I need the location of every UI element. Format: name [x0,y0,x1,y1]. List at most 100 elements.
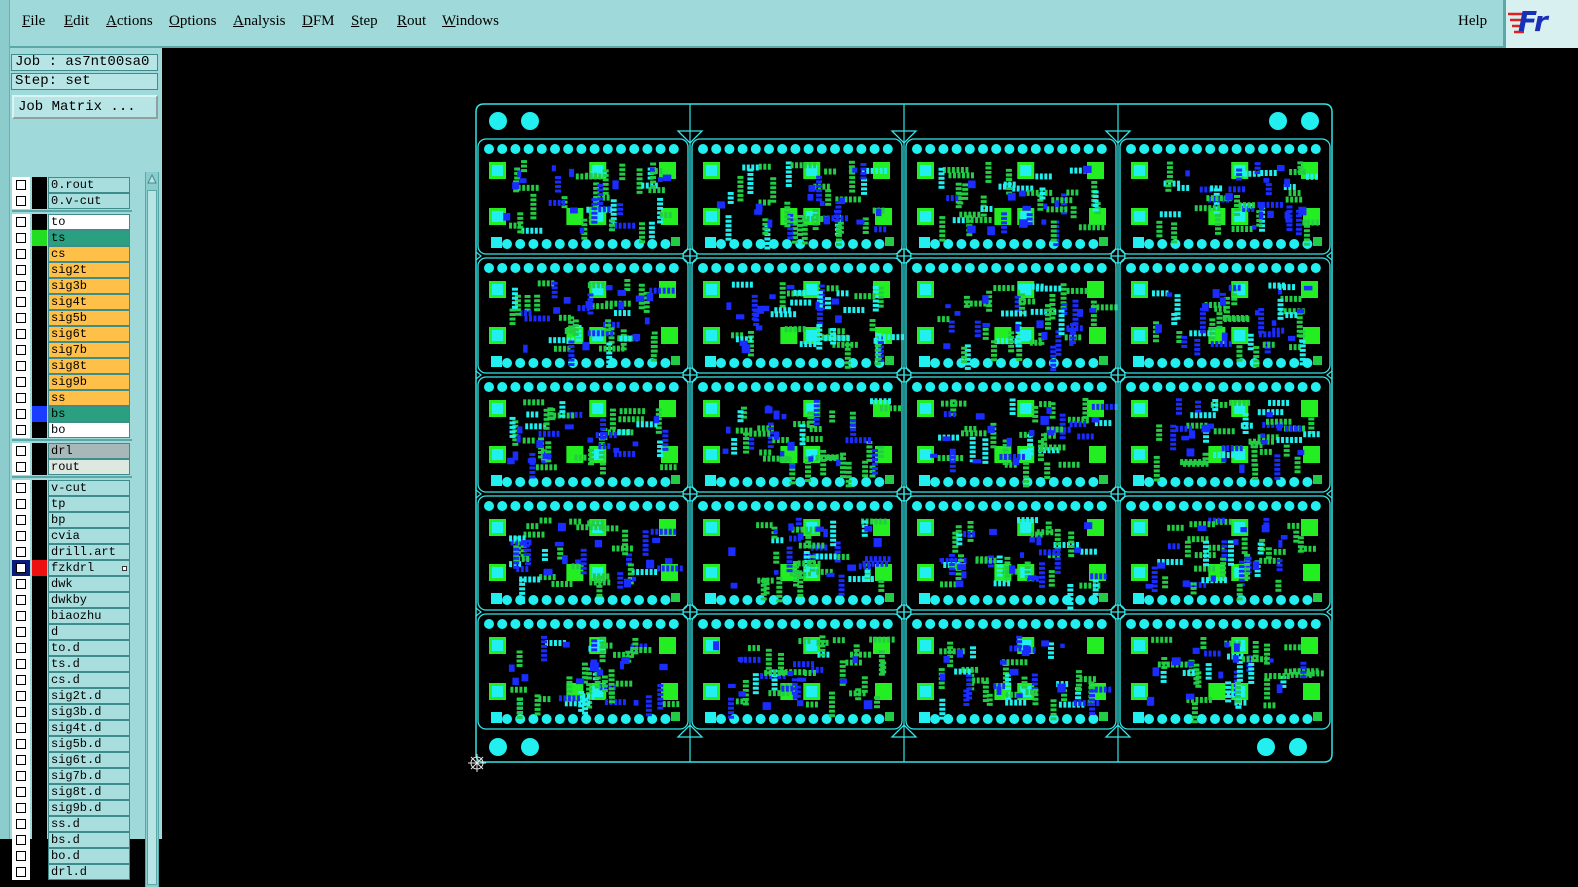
layer-checkbox[interactable] [16,313,26,323]
scroll-thumb[interactable] [147,190,157,885]
layer-color-swatch[interactable] [32,422,47,438]
layer-row[interactable]: ss.d [12,816,132,832]
layer-checkbox[interactable] [16,851,26,861]
layer-name[interactable]: cvia [48,528,130,544]
layer-color-swatch[interactable] [32,832,47,848]
layer-color-swatch[interactable] [32,193,47,209]
layer-row[interactable]: ts.d [12,656,132,672]
layer-name[interactable]: d [48,624,130,640]
layer-row[interactable]: sig8t.d [12,784,132,800]
layer-checkbox[interactable] [16,803,26,813]
layer-checkbox[interactable] [16,755,26,765]
layer-checkbox[interactable] [16,249,26,259]
layer-row[interactable]: cs.d [12,672,132,688]
layer-checkbox[interactable] [16,771,26,781]
layer-row[interactable]: sig2t [12,262,132,278]
layer-name[interactable]: sig7b.d [48,768,130,784]
layer-color-swatch[interactable] [32,443,47,459]
layer-checkbox[interactable] [16,393,26,403]
layer-list-scrollbar[interactable] [145,172,159,887]
layer-name[interactable]: to.d [48,640,130,656]
layer-name[interactable]: to [48,214,130,230]
layer-checkbox[interactable] [16,579,26,589]
layer-name[interactable]: rout [48,459,130,475]
layer-name[interactable]: sig2t [48,262,130,278]
menu-edit[interactable]: Edit [64,13,89,30]
layer-name[interactable]: drill.art [48,544,130,560]
layer-checkbox[interactable] [16,409,26,419]
layer-name[interactable]: dwk [48,576,130,592]
layer-color-swatch[interactable] [32,358,47,374]
layer-row[interactable]: fzkdrl [12,560,132,576]
layer-color-swatch[interactable] [32,480,47,496]
layer-row[interactable]: sig4t.d [12,720,132,736]
menu-file[interactable]: File [22,13,45,30]
layer-color-swatch[interactable] [32,246,47,262]
layer-name[interactable]: drl.d [48,864,130,880]
layer-checkbox[interactable] [16,787,26,797]
layer-color-swatch[interactable] [32,672,47,688]
layer-row[interactable]: drill.art [12,544,132,560]
layer-checkbox[interactable] [16,595,26,605]
layer-row[interactable]: sig4t [12,294,132,310]
layer-name[interactable]: v-cut [48,480,130,496]
layer-row[interactable]: dwkby [12,592,132,608]
layer-name[interactable]: cs [48,246,130,262]
layer-checkbox[interactable] [16,707,26,717]
layer-row[interactable]: tp [12,496,132,512]
layer-checkbox[interactable] [16,281,26,291]
layer-color-swatch[interactable] [32,640,47,656]
layer-color-swatch[interactable] [32,624,47,640]
menu-windows[interactable]: Windows [442,13,499,30]
layer-row[interactable]: ts [12,230,132,246]
layer-row[interactable]: bo [12,422,132,438]
layer-color-swatch[interactable] [32,544,47,560]
layer-checkbox[interactable] [16,233,26,243]
layer-name[interactable]: ts.d [48,656,130,672]
layer-checkbox[interactable] [16,180,26,190]
layer-color-swatch[interactable] [32,459,47,475]
layer-color-swatch[interactable] [32,864,47,880]
layer-name[interactable]: tp [48,496,130,512]
layer-color-swatch[interactable] [32,736,47,752]
layer-color-swatch[interactable] [32,528,47,544]
layer-color-swatch[interactable] [32,214,47,230]
menu-options[interactable]: Options [169,13,217,30]
menu-help[interactable]: Help [1458,13,1487,30]
layer-checkbox[interactable] [16,547,26,557]
layer-name[interactable]: sig4t [48,294,130,310]
layer-name[interactable]: sig3b [48,278,130,294]
menu-analysis[interactable]: Analysis [233,13,286,30]
layer-row[interactable]: sig6t [12,326,132,342]
layer-color-swatch[interactable] [32,326,47,342]
layer-checkbox[interactable] [16,611,26,621]
layer-color-swatch[interactable] [32,592,47,608]
layer-name[interactable]: cs.d [48,672,130,688]
layer-checkbox[interactable] [16,739,26,749]
layer-row[interactable]: v-cut [12,480,132,496]
layer-checkbox[interactable] [16,659,26,669]
layer-name[interactable]: ss [48,390,130,406]
layer-checkbox[interactable] [16,643,26,653]
layer-name[interactable]: drl [48,443,130,459]
layer-checkbox[interactable] [16,425,26,435]
job-matrix-button[interactable]: Job Matrix ... [12,95,158,119]
menu-rout[interactable]: Rout [397,13,426,30]
layer-name[interactable]: fzkdrl [48,560,130,576]
layer-color-swatch[interactable] [32,230,47,246]
graphics-canvas[interactable] [162,48,1578,839]
layer-color-swatch[interactable] [32,177,47,193]
layer-color-swatch[interactable] [32,294,47,310]
layer-row[interactable]: to [12,214,132,230]
layer-name[interactable]: sig8t [48,358,130,374]
layer-checkbox[interactable] [16,462,26,472]
layer-name[interactable]: ts [48,230,130,246]
layer-name[interactable]: dwkby [48,592,130,608]
layer-row[interactable]: sig9b [12,374,132,390]
layer-row[interactable]: dwk [12,576,132,592]
layer-name[interactable]: biaozhu [48,608,130,624]
layer-name[interactable]: sig6t [48,326,130,342]
layer-row[interactable]: ss [12,390,132,406]
layer-row[interactable]: sig8t [12,358,132,374]
layer-color-swatch[interactable] [32,512,47,528]
